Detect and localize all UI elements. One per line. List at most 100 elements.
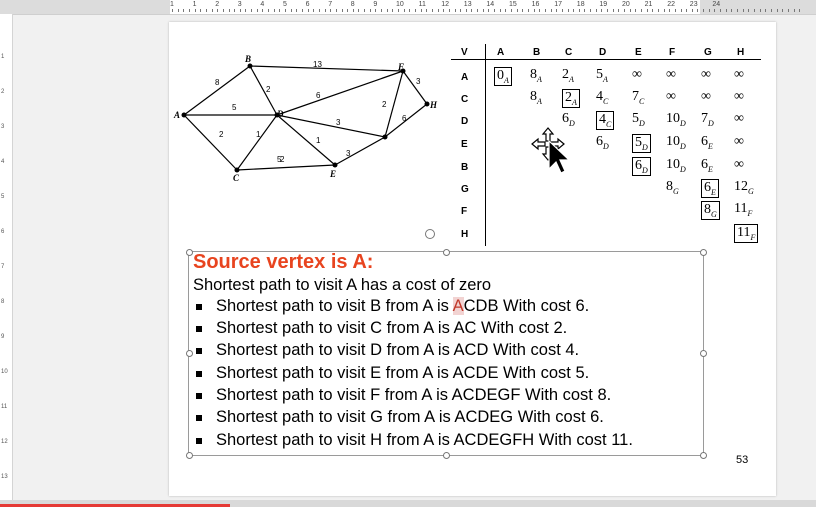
edge-weight: 2 [382, 100, 387, 109]
cell-value: 7 [632, 89, 639, 104]
cell-value: 5 [632, 111, 639, 126]
cell-value: ∞ [734, 67, 744, 82]
ruler-tick [347, 9, 349, 12]
ruler-tick [426, 9, 428, 12]
ruler-tick [460, 9, 462, 12]
table-cell: 4C [596, 89, 608, 106]
ruler-tick [663, 9, 665, 12]
resize-handle[interactable] [700, 350, 707, 357]
text-span: CDB With cost 6. [463, 297, 590, 315]
ruler-tick [511, 9, 512, 12]
ruler-tick [618, 9, 620, 12]
cell-value: 8 [704, 202, 711, 217]
resize-handle[interactable] [186, 249, 193, 256]
row-header: E [461, 139, 468, 150]
cell-value: 11 [734, 201, 748, 216]
column-header: C [565, 47, 573, 58]
ruler-number: 2 [215, 1, 220, 8]
cell-subscript: D [642, 142, 648, 152]
table-cell: 6E [701, 157, 713, 174]
slide-canvas[interactable]: A B C D E F H 8 13 5 2 6 3 2 6 2 1 2 5 3… [169, 22, 776, 496]
cell-value: ∞ [632, 67, 642, 82]
ruler-tick [550, 9, 552, 12]
cell-subscript: C [606, 119, 612, 129]
ruler-tick [335, 9, 337, 12]
ruler-number: 10 [396, 1, 404, 8]
ruler-number: 4 [1, 159, 5, 165]
table-cell: 6D [632, 157, 651, 176]
edge-weight: 3 [336, 118, 341, 127]
table-cell: 5D [632, 134, 651, 153]
ruler-tick [765, 9, 767, 12]
ruler-tick [386, 9, 388, 12]
move-cursor-icon [531, 127, 571, 180]
table-cell: 6D [596, 134, 609, 151]
ruler-tick [544, 9, 546, 12]
top-ruler[interactable]: 1 1 2 3 4 5 6 7 8 9 10 11 12 13 14 15 16 17 18 19 20 21 22 23 24 [0, 0, 816, 15]
cell-value: 6 [562, 111, 569, 126]
ruler-tick [646, 9, 648, 12]
rotate-handle[interactable] [425, 229, 435, 239]
ruler-tick [799, 9, 801, 12]
ruler-tick [301, 9, 303, 12]
ruler-tick [307, 9, 309, 12]
ruler-number: 3 [1, 124, 5, 130]
ruler-tick [420, 9, 422, 12]
cell-subscript: D [708, 118, 714, 128]
cell-value: 10 [666, 134, 680, 149]
ruler-tick [431, 9, 433, 12]
resize-handle[interactable] [443, 452, 450, 459]
edge-weight: 1 [316, 136, 321, 145]
ruler-tick [296, 9, 298, 12]
ruler-tick [697, 9, 699, 12]
bullet-line: Shortest path to visit F from A is ACDEG… [216, 385, 612, 404]
resize-handle[interactable] [700, 249, 707, 256]
cell-subscript: D [680, 118, 686, 128]
table-cell: ∞ [734, 67, 744, 83]
column-header: H [737, 47, 745, 58]
ruler-tick [533, 9, 535, 12]
table-cell: 10D [666, 157, 686, 174]
edge-weight: 2 [219, 130, 224, 139]
cell-subscript: D [603, 141, 609, 151]
ruler-tick [279, 9, 281, 12]
ruler-number: 21 [644, 1, 653, 8]
ruler-tick [595, 9, 597, 12]
ruler-tick [731, 9, 733, 12]
cell-subscript: C [639, 96, 645, 106]
table-cell: 10D [666, 134, 686, 151]
ruler-tick [522, 9, 524, 12]
table-cell: 8G [666, 179, 679, 196]
cell-subscript: C [603, 96, 609, 106]
highlighted-letter: A [452, 297, 464, 315]
table-cell: 7C [632, 89, 644, 106]
row-header: C [461, 94, 469, 105]
cell-value: 8 [530, 89, 537, 104]
edge-weight: 6 [402, 114, 407, 123]
cell-value: 12 [734, 179, 748, 194]
edge-weight: 3 [346, 149, 351, 158]
ruler-tick [488, 9, 490, 12]
ruler-tick [352, 9, 354, 12]
ruler-tick [409, 9, 411, 12]
ruler-tick [477, 9, 479, 12]
cell-value: ∞ [666, 89, 676, 104]
table-cell: ∞ [734, 157, 744, 173]
ruler-tick [770, 9, 772, 12]
resize-handle[interactable] [186, 350, 193, 357]
cell-value: 5 [635, 135, 642, 150]
ruler-tick [691, 9, 693, 12]
left-ruler[interactable]: 1 2 3 4 5 6 7 8 9 10 11 12 13 [0, 14, 13, 507]
ruler-tick [290, 9, 292, 12]
ruler-tick [251, 9, 253, 12]
ruler-tick [482, 9, 484, 12]
ruler-tick [381, 9, 383, 12]
resize-handle[interactable] [186, 452, 193, 459]
ruler-tick [188, 9, 190, 12]
resize-handle[interactable] [443, 249, 450, 256]
cell-subscript: A [569, 74, 574, 84]
column-header: V [461, 47, 468, 58]
cell-value: ∞ [734, 157, 744, 172]
resize-handle[interactable] [700, 452, 707, 459]
cell-value: ∞ [701, 67, 711, 82]
